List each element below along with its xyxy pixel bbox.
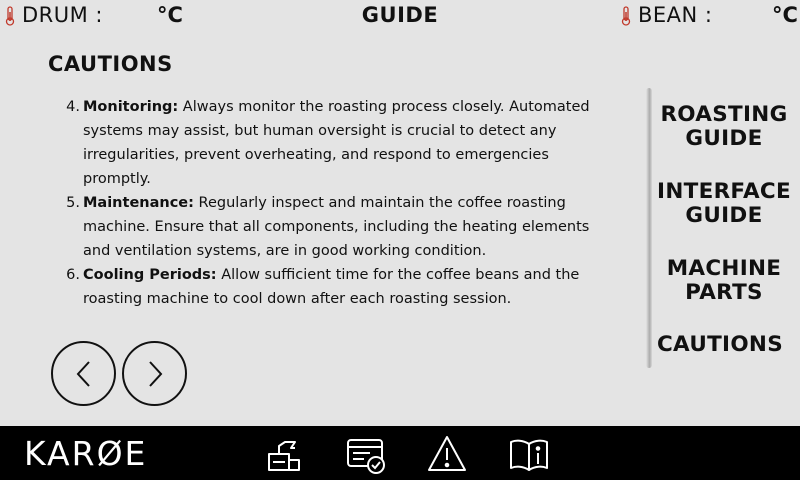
profile-button[interactable] — [346, 434, 386, 474]
list-item-number: 5. — [66, 195, 80, 211]
bean-temp-label: BEAN : — [638, 3, 713, 27]
roast-button[interactable] — [265, 434, 305, 474]
side-menu-label: MACHINE — [666, 256, 782, 281]
section-heading: CAUTIONS — [48, 52, 173, 76]
next-page-button[interactable] — [122, 341, 187, 406]
list-item-title: Monitoring: — [83, 99, 179, 115]
side-menu-label: ROASTING — [660, 102, 788, 127]
side-menu-label: GUIDE — [685, 203, 763, 228]
side-menu-label: INTERFACE — [657, 179, 791, 204]
roaster-icon — [268, 441, 300, 471]
bean-temp-unit: °C — [772, 3, 798, 27]
chevron-left-icon — [76, 360, 90, 387]
list-item: 4. Monitoring: Always monitor the roastin… — [60, 95, 600, 191]
warning-icon — [428, 436, 466, 471]
previous-page-button[interactable] — [51, 341, 116, 406]
list-item-number: 6. — [66, 267, 80, 283]
side-menu-cautions[interactable]: CAUTIONS — [648, 333, 792, 357]
side-menu-roasting-guide[interactable]: ROASTING GUIDE — [652, 103, 796, 151]
chevron-right-icon — [148, 360, 162, 387]
list-item-title: Maintenance: — [83, 195, 194, 211]
list-item: 6. Cooling Periods: Allow sufficient time… — [60, 263, 600, 311]
list-item-title: Cooling Periods: — [83, 267, 217, 283]
side-menu-label: CAUTIONS — [656, 332, 784, 357]
cautions-button[interactable] — [427, 434, 467, 474]
list-item-number: 4. — [66, 99, 80, 115]
brand-logo: KARØE — [24, 434, 148, 473]
book-info-icon — [510, 439, 548, 471]
top-status-bar: DRUM : °C GUIDE BEAN : °C — [0, 0, 800, 32]
side-menu-interface-guide[interactable]: INTERFACE GUIDE — [652, 180, 796, 228]
side-menu-label: PARTS — [685, 280, 763, 305]
bottom-nav-bar: KARØE — [0, 426, 800, 480]
side-menu-machine-parts[interactable]: MACHINE PARTS — [652, 257, 796, 305]
cautions-list: 4. Monitoring: Always monitor the roastin… — [60, 95, 600, 311]
guide-button[interactable] — [509, 434, 549, 474]
profile-card-icon — [347, 439, 385, 474]
thermometer-icon — [621, 6, 631, 26]
side-menu-label: GUIDE — [685, 126, 763, 151]
list-item: 5. Maintenance: Regularly inspect and mai… — [60, 191, 600, 263]
